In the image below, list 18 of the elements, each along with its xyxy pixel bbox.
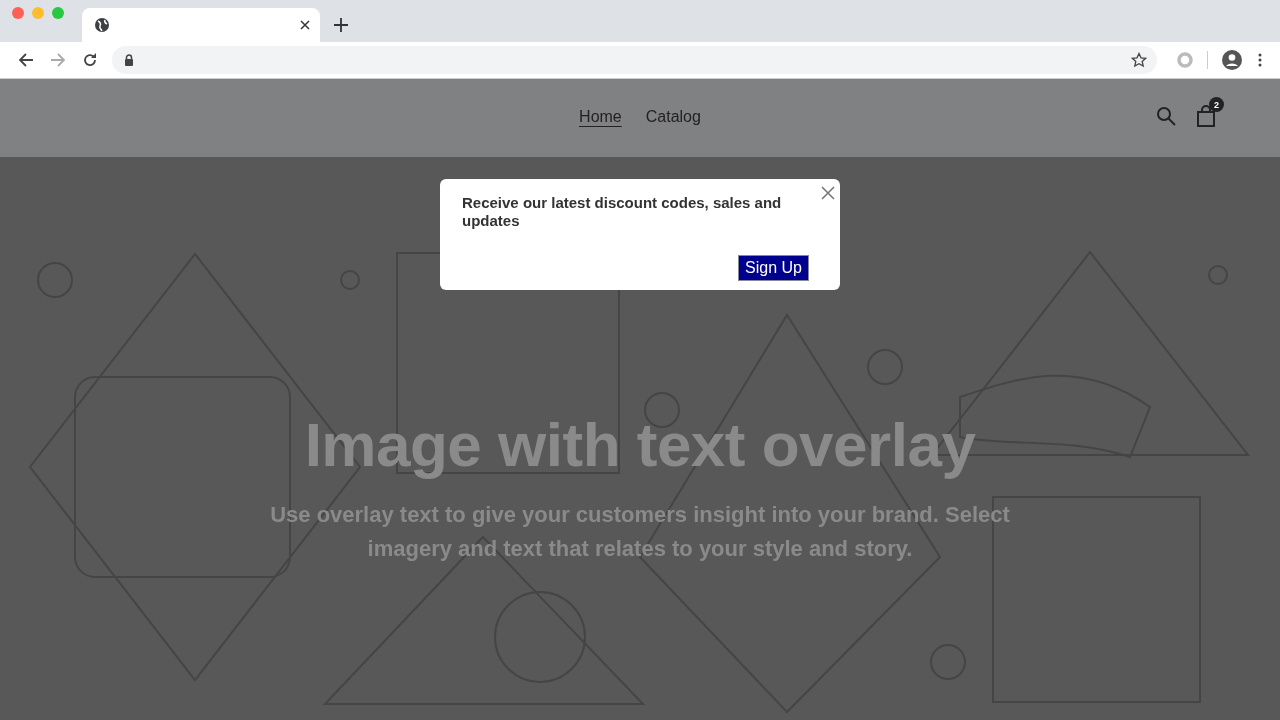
cart-count: 2 xyxy=(1209,97,1224,112)
forward-arrow-icon[interactable] xyxy=(50,52,66,68)
menu-icon[interactable] xyxy=(1258,53,1262,67)
profile-icon[interactable] xyxy=(1222,50,1242,70)
nav-link[interactable]: Catalog xyxy=(645,108,701,128)
nav-link[interactable]: Home xyxy=(579,108,622,128)
sign-up-button[interactable]: Sign Up xyxy=(738,255,809,281)
new-tab-icon[interactable] xyxy=(334,18,348,32)
lock-icon xyxy=(124,54,134,66)
reload-icon[interactable] xyxy=(82,52,98,68)
shopping-bag-icon[interactable] xyxy=(1196,105,1216,127)
search-icon[interactable] xyxy=(1156,106,1176,126)
close-window-button[interactable] xyxy=(12,7,24,19)
popup-message: Receive our latest discount codes, sales and updates xyxy=(462,194,783,230)
star-icon[interactable] xyxy=(1131,52,1147,68)
close-icon[interactable] xyxy=(300,20,310,30)
back-arrow-icon[interactable] xyxy=(18,52,34,68)
globe-icon xyxy=(94,17,110,33)
